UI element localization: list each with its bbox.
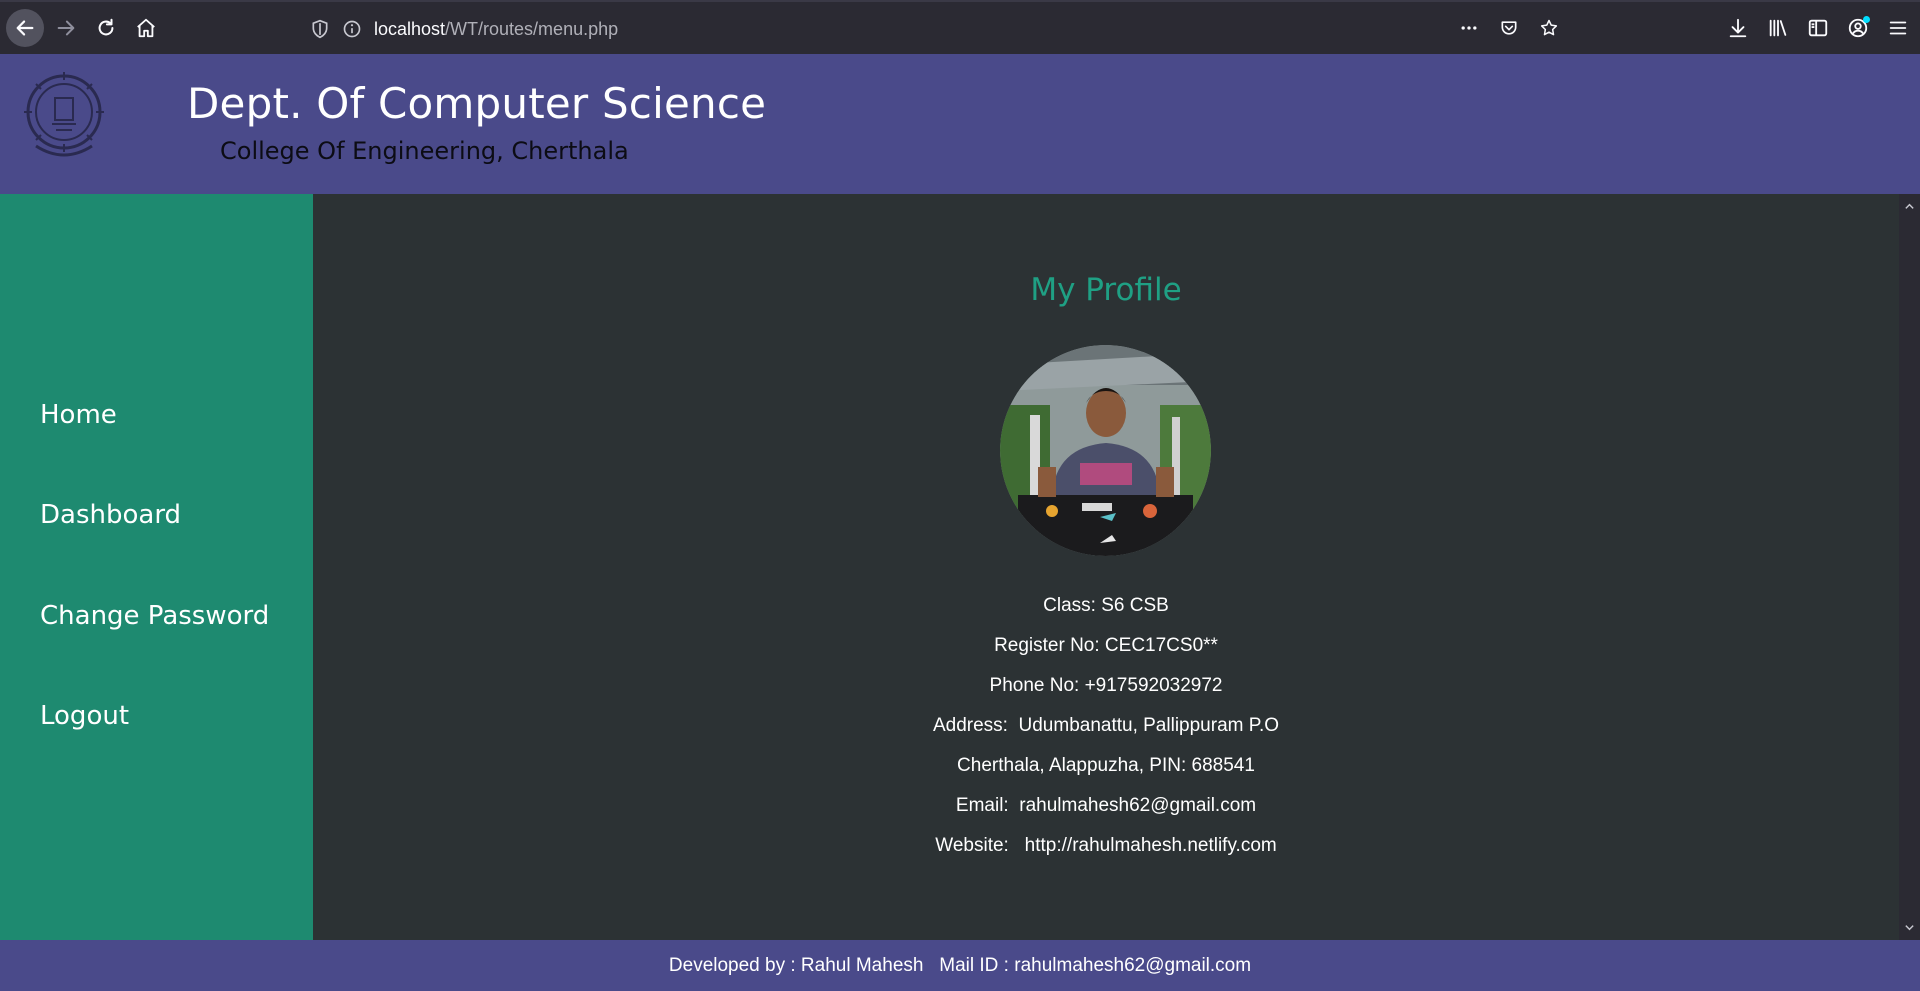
url-bar[interactable]: localhost/WT/routes/menu.php [310, 12, 1560, 46]
toolbar-right [1724, 14, 1920, 42]
college-emblem-logo [24, 72, 104, 157]
more-horizontal-icon [1461, 26, 1477, 30]
site-header: Dept. Of Computer Science College Of Eng… [0, 54, 1920, 194]
star-icon [1540, 19, 1558, 36]
notification-dot [1863, 16, 1870, 23]
profile-website: Website: http://rahulmahesh.netlify.com [935, 835, 1277, 856]
profile-register-no: Register No: CEC17CS0** [994, 635, 1218, 656]
home-button[interactable] [128, 10, 164, 46]
profile-address-line-2: Cherthala, Alappuzha, PIN: 688541 [957, 755, 1255, 776]
profile-heading: My Profile [1030, 272, 1182, 308]
url-text: localhost/WT/routes/menu.php [374, 19, 618, 40]
url-actions [1455, 14, 1563, 42]
library-button[interactable] [1764, 14, 1792, 42]
browser-toolbar: localhost/WT/routes/menu.php [0, 0, 1920, 54]
sidebar-item-change-password[interactable]: Change Password [40, 601, 269, 631]
profile-panel: My Profile Class: S6 CSB Register No: CE [313, 194, 1899, 940]
pocket-icon [1501, 21, 1517, 35]
scroll-up-icon[interactable] [1904, 201, 1915, 212]
profile-email: Email: rahulmahesh62@gmail.com [955, 795, 1257, 816]
bookmark-button[interactable] [1535, 14, 1563, 42]
url-host: localhost [374, 18, 446, 39]
sidebar-item-logout[interactable]: Logout [40, 701, 129, 731]
back-button[interactable] [6, 9, 44, 47]
url-path: /WT/routes/menu.php [445, 18, 619, 39]
sidebar-toggle-button[interactable] [1804, 14, 1832, 42]
vertical-scrollbar[interactable] [1899, 194, 1920, 940]
page-actions-button[interactable] [1455, 14, 1483, 42]
home-icon [137, 18, 155, 38]
shield-icon [312, 19, 328, 39]
profile-address-line-1: Address: Udumbanattu, Pallippuram P.O [932, 715, 1280, 736]
download-icon [1729, 18, 1747, 38]
reload-icon [98, 18, 114, 36]
sidebar-item-home[interactable]: Home [40, 400, 117, 430]
site-footer: Developed by : Rahul Mahesh Mail ID : ra… [0, 940, 1920, 991]
pocket-button[interactable] [1495, 14, 1523, 42]
sidebar-nav: Home Dashboard Change Password Logout [0, 194, 313, 940]
sidebar-icon [1808, 19, 1828, 37]
sidebar-item-dashboard[interactable]: Dashboard [40, 500, 181, 530]
profile-phone: Phone No: +917592032972 [989, 675, 1223, 696]
hamburger-menu-icon [1889, 21, 1907, 35]
arrow-right-icon [57, 20, 75, 36]
library-icon [1769, 19, 1787, 37]
account-button[interactable] [1844, 14, 1872, 42]
profile-class: Class: S6 CSB [1043, 595, 1169, 616]
info-icon[interactable] [342, 19, 362, 39]
site-subtitle: College Of Engineering, Cherthala [220, 137, 629, 165]
downloads-button[interactable] [1724, 14, 1752, 42]
app-menu-button[interactable] [1884, 14, 1912, 42]
scroll-down-icon[interactable] [1904, 922, 1915, 933]
forward-button[interactable] [48, 10, 84, 46]
arrow-left-icon [16, 20, 34, 36]
site-title: Dept. Of Computer Science [187, 79, 767, 128]
reload-button[interactable] [88, 10, 124, 46]
profile-photo [1000, 345, 1211, 556]
